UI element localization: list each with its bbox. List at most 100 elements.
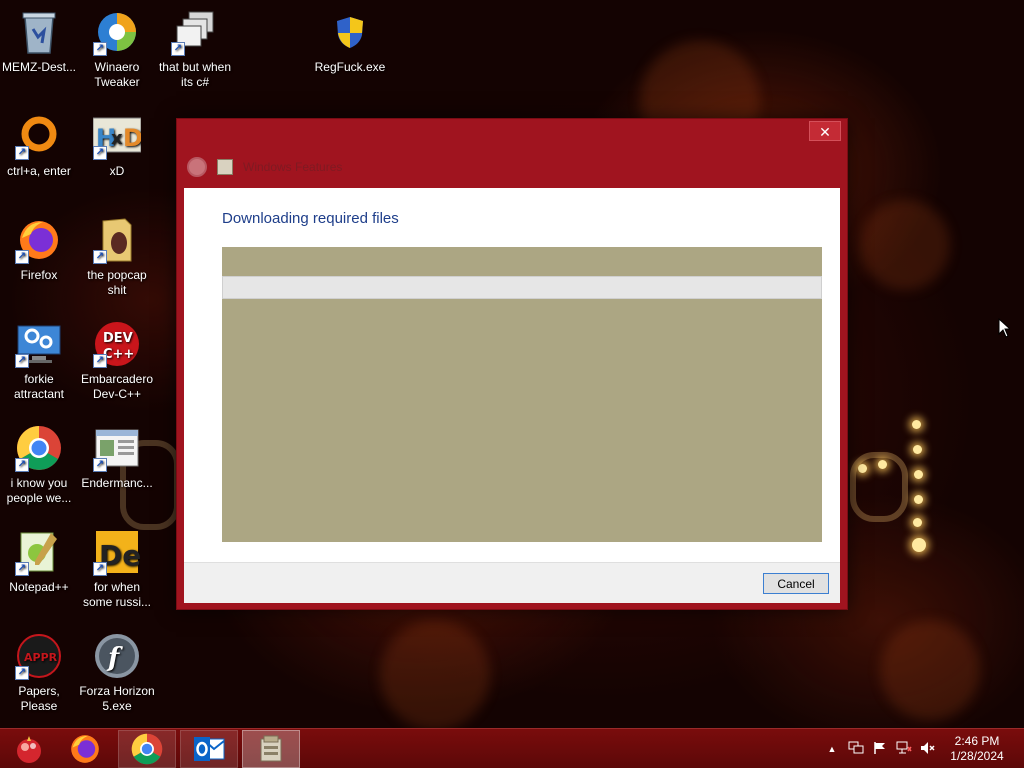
network-icon[interactable] xyxy=(896,741,912,758)
notepadpp-icon: ↗ xyxy=(15,528,63,576)
dialog-title: Windows Features xyxy=(243,160,343,174)
desktop-icon-label: Embarcadero Dev-C++ xyxy=(80,372,154,401)
shortcut-arrow-icon: ↗ xyxy=(93,42,107,56)
chrome-icon: ↗ xyxy=(15,424,63,472)
computer-settings-icon: ↗ xyxy=(15,320,63,368)
desktop-icon-chrome[interactable]: ↗ i know you people we... xyxy=(0,424,78,506)
desktop-icon-papers-please[interactable]: APPR ↗ Papers, Please xyxy=(0,632,78,714)
shortcut-arrow-icon: ↗ xyxy=(15,562,29,576)
desktop-icon-label: Notepad++ xyxy=(9,580,69,594)
windows-features-icon xyxy=(260,735,282,762)
wallpaper-bokeh xyxy=(860,200,950,290)
desktop-icon-forza[interactable]: f Forza Horizon 5.exe xyxy=(78,632,156,714)
shortcut-arrow-icon: ↗ xyxy=(93,146,107,160)
shortcut-arrow-icon: ↗ xyxy=(15,250,29,264)
wallpaper-bulb xyxy=(914,470,923,479)
shortcut-arrow-icon: ↗ xyxy=(15,666,29,680)
wallpaper-bokeh xyxy=(380,620,490,730)
desktop-icon-label: Firefox xyxy=(20,268,58,282)
papers-please-icon: APPR ↗ xyxy=(15,632,63,680)
desktop-icon-label: Endermanc... xyxy=(81,476,153,490)
shortcut-arrow-icon: ↗ xyxy=(93,354,107,368)
hxd-icon: HxD ↗ xyxy=(93,112,141,160)
desktop-icon-memz[interactable]: MEMZ-Dest... xyxy=(0,8,78,75)
dialog-footer: Cancel xyxy=(184,562,840,603)
window-app-icon: ↗ xyxy=(93,424,141,472)
volume-muted-icon[interactable] xyxy=(920,741,936,758)
de-icon: De ↗ xyxy=(93,528,141,576)
wallpaper-bulb xyxy=(858,464,867,473)
desktop-icon-label: for when some russi... xyxy=(82,580,151,609)
desktop-icon-forkie[interactable]: ↗ forkie attractant xyxy=(0,320,78,402)
shortcut-arrow-icon: ↗ xyxy=(15,458,29,472)
wallpaper-bulb xyxy=(912,538,926,552)
cancel-button[interactable]: Cancel xyxy=(763,573,829,594)
wallpaper-bulb xyxy=(913,445,922,454)
desktop-icon-label: ctrl+a, enter xyxy=(7,164,71,178)
wallpaper-bulb xyxy=(912,420,921,429)
firefox-icon xyxy=(71,735,99,763)
desktop-icon-ctrl-a-enter[interactable]: ↗ ctrl+a, enter xyxy=(0,112,78,179)
taskbar: ▲ 2:46 PM 1/28/2024 xyxy=(0,728,1024,768)
windows-features-icon xyxy=(217,159,233,175)
desktop-icon-regfuck[interactable]: RegFuck.exe xyxy=(311,8,389,75)
network-activity-icon[interactable] xyxy=(848,741,864,758)
svg-text:x: x xyxy=(111,128,123,149)
svg-text:C++: C++ xyxy=(103,347,134,362)
wallpaper-bulb xyxy=(914,495,923,504)
desktop-icon-xd[interactable]: HxD ↗ xD xyxy=(78,112,156,179)
desktop-icon-label: xD xyxy=(109,164,125,178)
desktop-icon-label: the popcap shit xyxy=(87,268,147,297)
desktop-icon-label: Forza Horizon 5.exe xyxy=(79,684,155,713)
desktop-icon-devcpp[interactable]: DEV C++ ↗ Embarcadero Dev-C++ xyxy=(78,320,156,402)
desktop-icon-that-but-when[interactable]: ↗ that but when its c# xyxy=(156,8,234,90)
dialog-header: Windows Features xyxy=(187,157,342,177)
download-progress-bar xyxy=(222,276,822,299)
flash-icon: f xyxy=(93,632,141,680)
shortcut-arrow-icon: ↗ xyxy=(93,458,107,472)
wallpaper-bokeh xyxy=(880,620,980,720)
desktop-icon-endermanch[interactable]: ↗ Endermanc... xyxy=(78,424,156,491)
clock-time: 2:46 PM xyxy=(954,734,1000,748)
show-hidden-icons-chevron[interactable]: ▲ xyxy=(824,744,840,754)
desktop-icon-firefox[interactable]: ↗ Firefox xyxy=(0,216,78,283)
shortcut-arrow-icon: ↗ xyxy=(171,42,185,56)
desktop-icon-popcap[interactable]: ↗ the popcap shit xyxy=(78,216,156,298)
wallpaper-bulb xyxy=(878,460,887,469)
svg-text:D: D xyxy=(123,124,141,152)
svg-text:APPR: APPR xyxy=(24,651,58,664)
shortcut-arrow-icon: ↗ xyxy=(15,146,29,160)
windows-stack-icon: ↗ xyxy=(171,8,219,56)
start-button[interactable] xyxy=(0,730,58,768)
shortcut-arrow-icon: ↗ xyxy=(93,250,107,264)
taskbar-outlook[interactable] xyxy=(180,730,238,768)
close-button[interactable]: ✕ xyxy=(809,121,841,141)
desktop-icon-label: forkie attractant xyxy=(13,372,65,401)
action-center-flag-icon[interactable] xyxy=(872,741,888,758)
wallpaper-bulb xyxy=(913,518,922,527)
mouse-cursor-icon xyxy=(998,318,1010,338)
taskbar-chrome[interactable] xyxy=(118,730,176,768)
start-orb-icon xyxy=(17,736,41,763)
status-panel xyxy=(222,247,822,542)
desktop-icon-notepadpp[interactable]: ↗ Notepad++ xyxy=(0,528,78,595)
back-arrow-icon[interactable] xyxy=(187,157,207,177)
taskbar-firefox[interactable] xyxy=(56,730,114,768)
desktop-icon-label: Winaero Tweaker xyxy=(94,60,140,89)
desktop-icon-label: Papers, Please xyxy=(18,684,60,713)
desktop-icon-label: MEMZ-Dest... xyxy=(2,60,76,74)
winaero-icon: ↗ xyxy=(93,8,141,56)
system-tray: ▲ xyxy=(824,729,936,768)
desktop-icon-label: i know you people we... xyxy=(6,476,72,505)
taskbar-windows-features[interactable] xyxy=(242,730,300,768)
clock-date: 1/28/2024 xyxy=(950,749,1004,763)
taskbar-clock[interactable]: 2:46 PM 1/28/2024 xyxy=(944,734,1010,764)
desktop-icon-winaero[interactable]: ↗ Winaero Tweaker xyxy=(78,8,156,90)
windows-features-dialog: ✕ Windows Features Downloading required … xyxy=(176,118,848,610)
firefox-icon: ↗ xyxy=(15,216,63,264)
desktop-icon-russi[interactable]: De ↗ for when some russi... xyxy=(78,528,156,610)
shortcut-arrow-icon: ↗ xyxy=(15,354,29,368)
outlook-icon xyxy=(194,737,225,761)
shortcut-arrow-icon: ↗ xyxy=(93,562,107,576)
desktop-icon-label: that but when its c# xyxy=(158,60,232,89)
